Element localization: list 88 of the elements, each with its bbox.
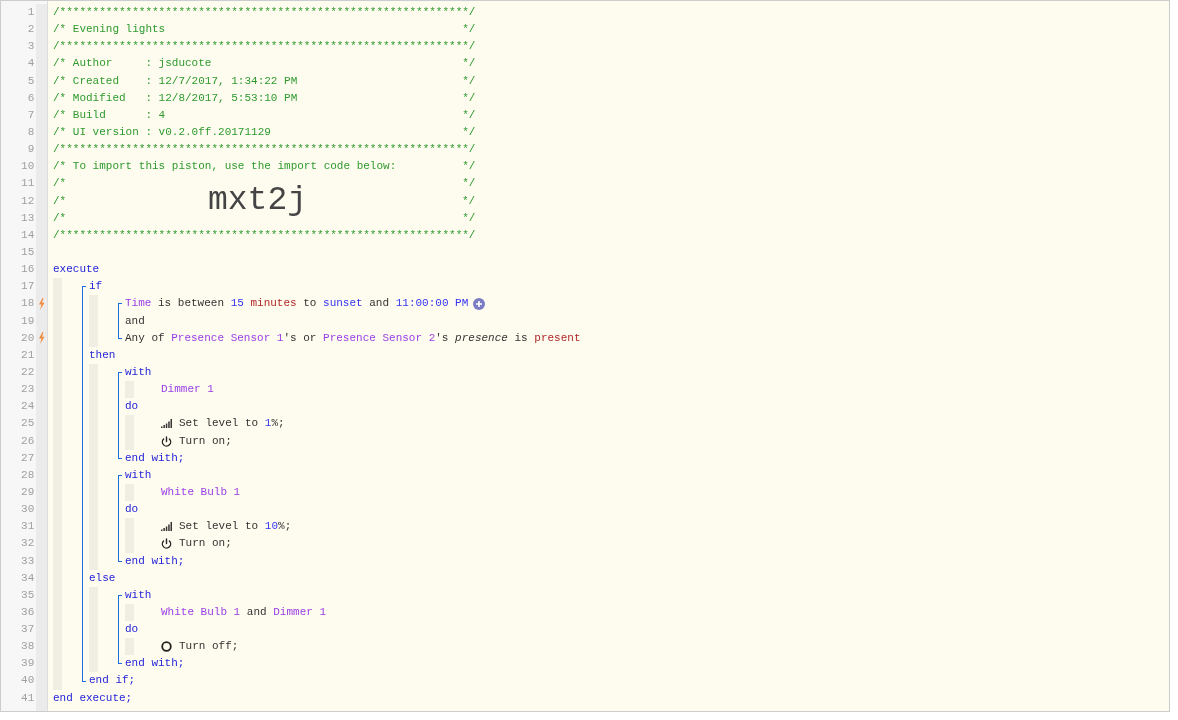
code-line: execute: [53, 262, 100, 278]
comment-line: /* Build : 4 */: [53, 108, 476, 121]
code-line: end with;: [125, 450, 185, 466]
code-line: do: [125, 502, 139, 518]
line-number: 19: [21, 313, 35, 329]
line-number: 22: [21, 364, 35, 380]
code-line: White Bulb 1 and Dimmer 1: [161, 604, 327, 620]
line-number: 14: [21, 227, 35, 243]
code-line: else: [89, 570, 116, 586]
line-number: 30: [21, 502, 35, 518]
power-icon: [161, 538, 172, 550]
line-number: 28: [21, 467, 35, 483]
comment-line: /* Created : 12/7/2017, 1:34:22 PM */: [53, 74, 476, 87]
code-line: Set level to 1%;: [179, 416, 285, 432]
line-number: 38: [21, 639, 35, 655]
code-line: do: [125, 399, 139, 415]
code-line: if: [89, 279, 103, 295]
code-line: Any of Presence Sensor 1's or Presence Sensor 2's presence is present: [125, 330, 581, 346]
code-line: Turn off;: [179, 639, 239, 655]
line-number: 41: [21, 690, 35, 706]
code-line: Dimmer 1: [161, 382, 214, 398]
circle-icon: [161, 641, 172, 653]
signal-bars-icon: [161, 419, 172, 429]
line-number: 11: [21, 176, 35, 192]
line-number: 23: [21, 382, 35, 398]
line-number: 40: [21, 673, 35, 689]
line-number: 25: [21, 416, 35, 432]
code-line: end execute;: [53, 690, 133, 706]
bracket-line: [118, 303, 122, 339]
comment-line: /* Author : jsducote */: [53, 57, 476, 70]
code-line: end if;: [89, 673, 136, 689]
comment-end: */: [462, 193, 476, 209]
code-line: Turn on;: [179, 433, 232, 449]
line-number: 16: [21, 262, 35, 278]
line-number: 21: [21, 347, 35, 363]
code-line: then: [89, 347, 116, 363]
line-number: 8: [27, 125, 35, 140]
power-icon: [161, 435, 172, 447]
comment-line: /* To import this piston, use the import code below: */: [53, 160, 476, 173]
line-number: 5: [27, 73, 35, 89]
line-number: 39: [21, 656, 35, 672]
code-line: and: [125, 313, 145, 329]
line-number: 12: [21, 193, 35, 209]
line-number: 20: [21, 330, 35, 346]
line-number: 2: [27, 22, 35, 38]
code-line: with: [125, 364, 152, 380]
code-line: Turn on;: [179, 536, 232, 552]
code-line: end with;: [125, 553, 185, 569]
comment-line: /**************************************************************/: [53, 143, 476, 156]
code-line: Set level to 10%;: [179, 519, 292, 535]
line-number: 37: [21, 622, 35, 638]
line-number: 9: [27, 142, 35, 158]
line-number: 15: [21, 244, 35, 260]
code-line: with: [125, 587, 152, 603]
comment-line: /* Modified : 12/8/2017, 5:53:10 PM */: [53, 91, 476, 104]
line-number: 7: [27, 107, 35, 123]
line-number: 13: [21, 210, 35, 226]
line-number: 26: [21, 433, 35, 449]
code-line: White Bulb 1: [161, 484, 241, 500]
signal-bars-icon: [161, 522, 172, 532]
code-line: do: [125, 622, 139, 638]
line-number: 29: [21, 484, 35, 500]
code-line: Time is between 15 minutes to sunset and 11:00:00 PM: [125, 296, 469, 312]
line-number: 18: [21, 296, 35, 312]
comment-line: /* Evening lights */: [53, 23, 476, 36]
code-line: end with;: [125, 656, 185, 672]
line-number: 1: [27, 5, 35, 20]
comment-line: /**************************************************************/: [53, 6, 476, 18]
line-number: 34: [21, 570, 35, 586]
add-icon[interactable]: [473, 297, 486, 310]
line-number: 27: [21, 450, 35, 466]
code-line: with: [125, 467, 152, 483]
line-number: 35: [21, 587, 35, 603]
comment-line: /* UI version : v0.2.0ff.20171129 */: [53, 126, 476, 138]
line-number: 24: [21, 399, 35, 415]
line-number: 33: [21, 553, 35, 569]
line-number: 4: [27, 56, 35, 72]
line-number: 36: [21, 604, 35, 620]
comment-line: /**************************************************************/: [53, 228, 476, 241]
comment-start: /*: [53, 193, 68, 209]
comment-line: /**************************************************************/: [53, 40, 476, 53]
line-number: 3: [27, 39, 35, 55]
line-number: 10: [21, 159, 35, 175]
line-number: 31: [21, 519, 35, 535]
line-number: 6: [27, 90, 35, 106]
line-number: 17: [21, 279, 35, 295]
bracket-line: [118, 594, 122, 665]
line-number: 32: [21, 536, 35, 552]
